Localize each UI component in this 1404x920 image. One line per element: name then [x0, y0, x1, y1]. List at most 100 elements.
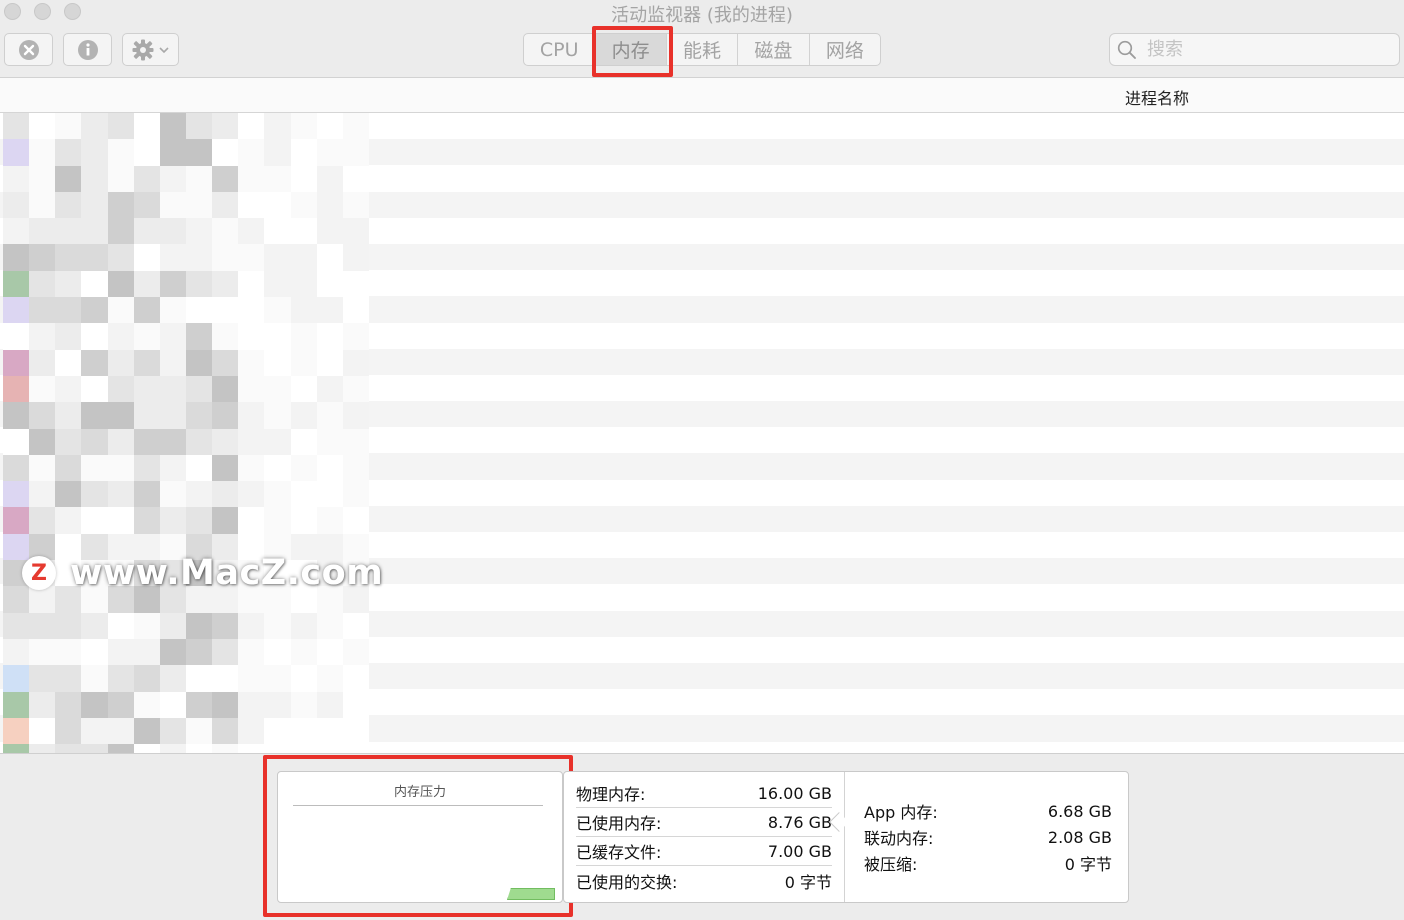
mosaic-cell [29, 638, 56, 666]
mosaic-cell [81, 717, 108, 745]
mosaic-cell [133, 481, 160, 508]
stat-value: 2.08 GB [1047, 827, 1112, 847]
search-input[interactable] [1147, 39, 1387, 60]
mosaic-cell [342, 191, 369, 219]
mosaic-cell [29, 297, 56, 324]
memory-pressure-box: 内存压力 [277, 771, 563, 903]
mosaic-cell [3, 428, 30, 455]
mosaic-cell [212, 375, 239, 403]
mosaic-cell [3, 481, 30, 508]
mosaic-cell [55, 507, 82, 534]
mosaic-cell [29, 113, 56, 140]
mosaic-cell [185, 638, 213, 666]
mosaic-cell [107, 270, 134, 298]
column-header-process-name[interactable]: 进程名称 [1125, 85, 1189, 109]
mosaic-cell [29, 323, 56, 350]
mosaic-cell [264, 507, 291, 534]
mosaic-cell [290, 454, 317, 482]
mosaic-cell [159, 638, 186, 666]
mosaic-cell [290, 297, 317, 324]
mosaic-cell [290, 507, 317, 534]
mosaic-cell [3, 691, 30, 718]
mosaic-cell [238, 402, 265, 429]
mosaic-cell [185, 323, 213, 350]
mosaic-cell [3, 113, 30, 140]
mosaic-cell [133, 717, 160, 745]
mosaic-cell [238, 638, 265, 666]
mosaic-cell [290, 349, 317, 376]
mosaic-cell [29, 691, 56, 718]
mosaic-cell [212, 691, 239, 718]
mosaic-cell [159, 507, 186, 534]
mosaic-cell [29, 428, 56, 455]
mosaic-cell [55, 191, 82, 219]
mosaic-cell [238, 454, 265, 482]
stat-label: 已使用内存: [576, 814, 662, 833]
mosaic-cell [107, 375, 134, 403]
mosaic-cell [159, 717, 186, 745]
mosaic-cell [29, 717, 56, 745]
mosaic-cell [342, 507, 369, 534]
mosaic-cell [81, 612, 108, 639]
mosaic-cell [159, 165, 186, 192]
mosaic-cell [316, 113, 343, 140]
mosaic-cell [133, 218, 160, 245]
mosaic-cell [316, 744, 343, 753]
stat-compressed: 被压缩: 0 字节 [864, 850, 1112, 876]
mosaic-cell [159, 270, 186, 298]
mosaic-cell [55, 375, 82, 403]
mosaic-cell [55, 218, 82, 245]
mosaic-cell [342, 139, 369, 166]
mosaic-cell [107, 139, 134, 166]
mosaic-cell [133, 744, 160, 753]
mosaic-cell [290, 744, 317, 753]
search-icon [1117, 40, 1136, 59]
mosaic-cell [159, 244, 186, 271]
mosaic-cell [55, 691, 82, 718]
mosaic-cell [3, 218, 30, 245]
mosaic-cell [55, 744, 82, 753]
mosaic-cell [55, 454, 82, 482]
mosaic-cell [238, 717, 265, 745]
mosaic-cell [107, 612, 134, 639]
mosaic-cell [238, 165, 265, 192]
mosaic-cell [107, 323, 134, 350]
process-table[interactable]: Z www.MacZ.com [0, 113, 1404, 753]
table-header: 进程名称 [0, 78, 1404, 113]
mosaic-cell [3, 402, 30, 429]
mosaic-cell [29, 244, 56, 271]
mosaic-cell [185, 165, 213, 192]
mosaic-cell [107, 481, 134, 508]
mosaic-cell [238, 244, 265, 271]
search-field[interactable] [1109, 33, 1400, 66]
mosaic-cell [238, 375, 265, 403]
mosaic-cell [159, 191, 186, 219]
tab-memory[interactable]: 内存 [595, 34, 667, 65]
mosaic-cell [238, 349, 265, 376]
tab-energy[interactable]: 能耗 [667, 34, 739, 65]
mosaic-cell [316, 507, 343, 534]
mosaic-cell [342, 165, 369, 192]
mosaic-cell [159, 218, 186, 245]
mosaic-cell [342, 744, 369, 753]
mosaic-cell [238, 323, 265, 350]
mosaic-cell [107, 402, 134, 429]
mosaic-cell [29, 375, 56, 403]
mosaic-cell [133, 402, 160, 429]
gear-icon [132, 39, 154, 60]
tab-network[interactable]: 网络 [810, 34, 880, 65]
mosaic-cell [342, 402, 369, 429]
stop-process-button[interactable] [4, 33, 53, 66]
mosaic-cell [55, 349, 82, 376]
inspect-process-button[interactable] [63, 33, 112, 66]
mosaic-cell [3, 507, 30, 534]
tab-cpu[interactable]: CPU [524, 34, 596, 65]
mosaic-cell [81, 402, 108, 429]
mosaic-cell [316, 691, 343, 718]
mosaic-cell [212, 165, 239, 192]
tab-disk[interactable]: 磁盘 [738, 34, 810, 65]
action-menu-button[interactable] [122, 33, 179, 66]
mosaic-cell [133, 375, 160, 403]
mosaic-cell [342, 481, 369, 508]
watermark: Z www.MacZ.com [22, 553, 383, 593]
